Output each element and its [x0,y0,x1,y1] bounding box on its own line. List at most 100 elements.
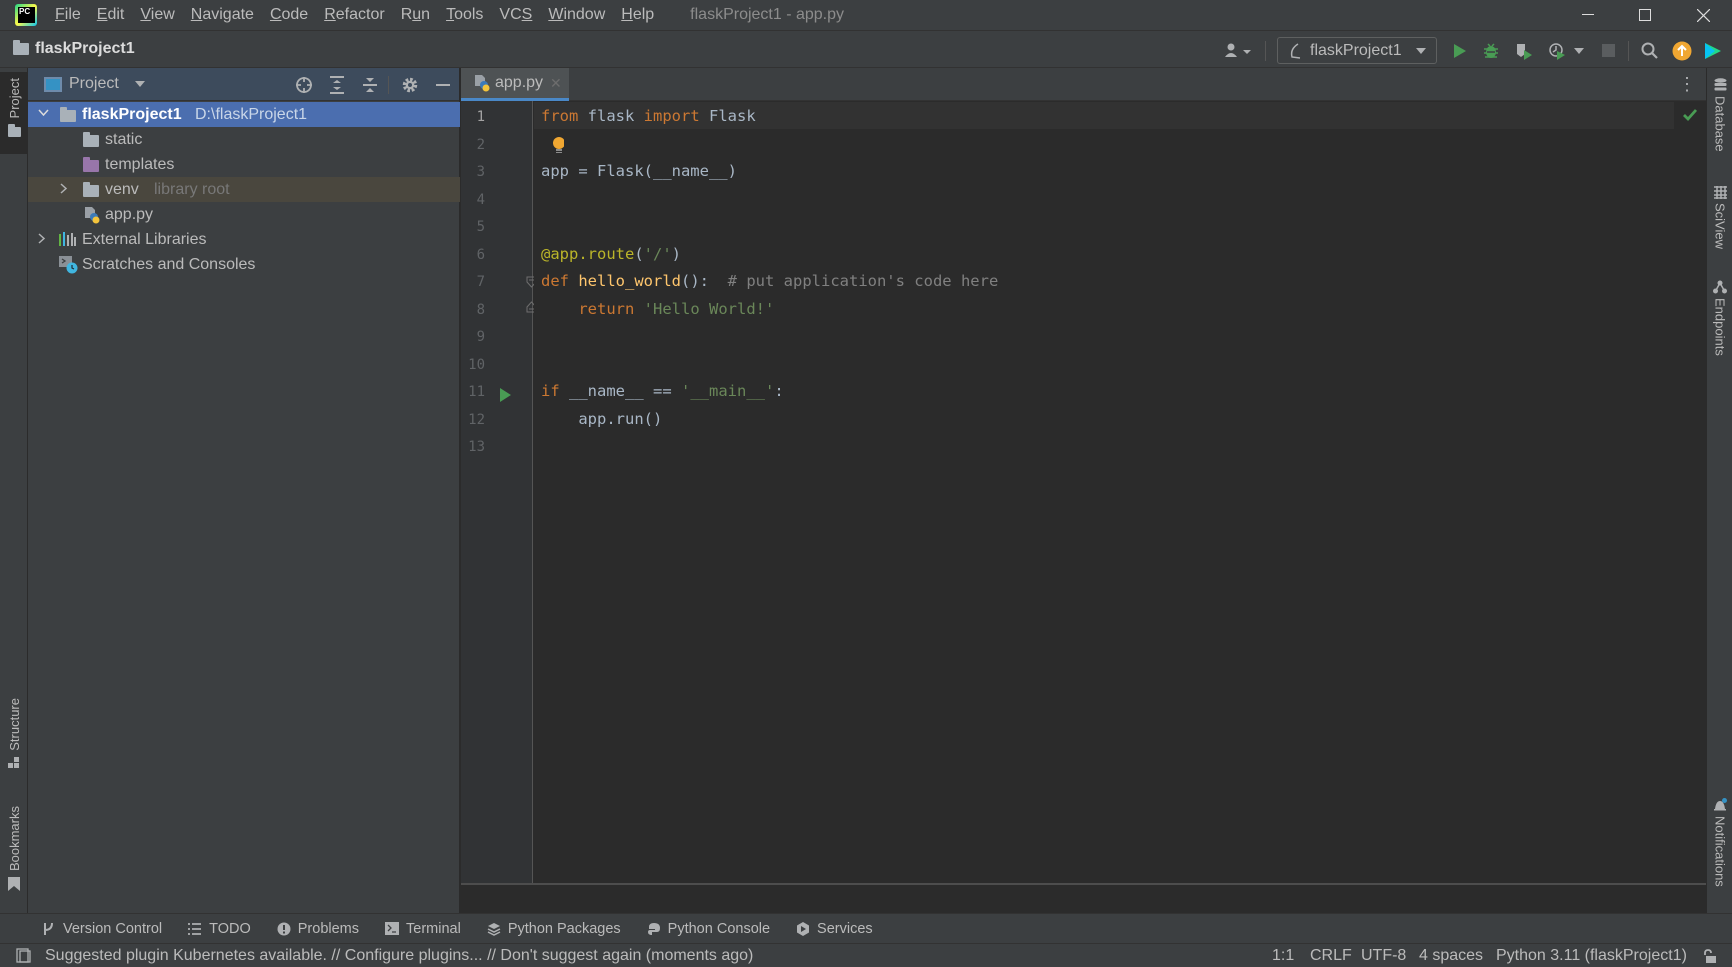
search-everywhere-button[interactable] [1640,41,1660,61]
tool-tab-version-control[interactable]: Version Control [42,921,162,937]
toolbox-button[interactable] [1703,41,1723,61]
menu-edit[interactable]: Edit [97,6,125,24]
tool-tab-database[interactable]: Database [1707,78,1732,173]
maximize-button[interactable] [1616,0,1674,30]
python-interpreter[interactable]: Python 3.11 (flaskProject1) [1496,947,1687,965]
stop-button[interactable] [1599,41,1619,61]
read-only-lock-icon[interactable] [1702,949,1716,964]
scratches-icon [59,256,78,274]
menu-view[interactable]: View [140,6,174,24]
code-line[interactable]: def hello_world(): # put application's c… [541,268,998,295]
run-configuration-selector[interactable]: flaskProject1 [1277,37,1437,64]
editor-tab-bar: app.py ✕ ⋮ [461,68,1706,101]
tool-tab-endpoints[interactable]: Endpoints [1707,280,1732,390]
locate-file-button[interactable] [294,75,314,95]
menu-vcs[interactable]: VCS [499,6,532,24]
code-editor[interactable]: from flask import Flask app = Flask(__nam… [534,101,1706,883]
chevron-right-icon[interactable] [38,233,48,244]
tree-item-scratches[interactable]: Scratches and Consoles [28,252,460,277]
menu-run[interactable]: Run [401,6,430,24]
profile-options-dropdown[interactable] [1572,41,1586,61]
close-tab-icon[interactable]: ✕ [550,75,562,92]
tool-tab-services[interactable]: Services [796,921,873,937]
collapse-all-icon [363,78,377,92]
tree-item-label: app.py [105,205,154,223]
stop-icon [1602,44,1615,57]
tool-tab-notifications[interactable]: Notifications [1707,798,1732,908]
code-line[interactable]: @app.route('/') [541,241,681,268]
more-options-icon[interactable]: ⋮ [1678,74,1696,95]
status-message[interactable]: Suggested plugin Kubernetes available. /… [45,947,753,965]
code-line[interactable]: return 'Hello World!' [541,296,774,323]
terminal-icon [385,922,400,935]
close-button[interactable] [1674,0,1732,30]
toggle-tool-windows-icon[interactable] [16,948,31,963]
inspection-ok-icon[interactable] [1682,108,1698,122]
indent-settings[interactable]: 4 spaces [1419,947,1483,965]
tool-tab-python-console[interactable]: Python Console [647,921,770,937]
menu-tools[interactable]: Tools [446,6,483,24]
chevron-right-icon[interactable] [60,183,70,194]
caret-position[interactable]: 1:1 [1272,947,1294,965]
tree-item-venv[interactable]: venv library root [28,177,460,202]
tool-tab-label: TODO [209,920,251,937]
tool-tab-terminal[interactable]: Terminal [385,921,461,937]
run-button[interactable] [1450,41,1470,61]
breadcrumb-project[interactable]: flaskProject1 [35,40,135,58]
menu-navigate[interactable]: Navigate [191,6,254,24]
chevron-down-icon[interactable] [134,81,145,87]
tree-item-external-libraries[interactable]: External Libraries [28,227,460,252]
user-button[interactable] [1222,41,1254,61]
tree-item-hint: library root [154,180,230,198]
tree-item-label: static [105,130,143,148]
code-line[interactable]: if __name__ == '__main__': [541,378,784,405]
structure-icon [8,756,19,768]
chevron-down-icon[interactable] [38,108,49,118]
expand-all-icon [330,76,344,94]
collapse-all-button[interactable] [360,75,380,95]
tree-item-app-py[interactable]: app.py [28,202,460,227]
line-separator[interactable]: CRLF [1310,947,1352,965]
code-line[interactable]: app = Flask(__name__) [541,158,737,185]
profile-button[interactable] [1547,41,1567,61]
menu-window[interactable]: Window [548,6,605,24]
project-view-selector[interactable]: Project [69,75,119,93]
python-console-icon [647,922,660,935]
coverage-button[interactable] [1514,41,1534,61]
intention-lightbulb-icon[interactable] [552,137,564,153]
tool-tab-problems[interactable]: Problems [277,921,359,937]
tree-item-templates[interactable]: templates [28,152,460,177]
debug-button[interactable] [1481,41,1501,61]
project-panel-header: Project [28,68,459,101]
file-encoding[interactable]: UTF-8 [1361,947,1406,965]
tool-tab-label: Project [6,78,22,119]
tool-tab-bookmarks[interactable]: Bookmarks [0,806,28,906]
hide-panel-button[interactable] [433,75,453,95]
options-button[interactable] [400,75,420,95]
ide-update-button[interactable] [1672,41,1692,61]
folder-icon [83,182,99,197]
tool-tab-project[interactable]: Project [0,72,28,154]
menu-file[interactable]: File [55,6,81,24]
menu-refactor[interactable]: Refactor [324,6,384,24]
code-line[interactable]: app.run() [541,406,662,433]
run-gutter-icon[interactable] [499,387,513,403]
minimize-button[interactable] [1559,0,1617,30]
editor-horizontal-scrollbar[interactable] [461,883,1706,913]
line-number: 13 [468,439,485,455]
navigation-bar: flaskProject1 flaskProject1 [0,30,1732,68]
expand-all-button[interactable] [327,75,347,95]
tool-tab-todo[interactable]: TODO [188,921,251,937]
tool-tab-sciview[interactable]: SciView [1707,186,1732,276]
tool-tab-python-packages[interactable]: Python Packages [487,921,621,937]
tree-item-static[interactable]: static [28,127,460,152]
editor-tab-app-py[interactable]: app.py ✕ [461,68,569,101]
breadcrumb[interactable]: flaskProject1 [13,40,135,58]
line-number: 6 [476,246,485,263]
flask-config-icon [1290,42,1301,59]
menu-help[interactable]: Help [621,6,654,24]
menu-code[interactable]: Code [270,6,308,24]
tree-item-project-root[interactable]: flaskProject1 D:\flaskProject1 [28,102,460,127]
tool-tab-structure[interactable]: Structure [0,698,28,783]
code-line[interactable]: from flask import Flask [541,103,756,130]
